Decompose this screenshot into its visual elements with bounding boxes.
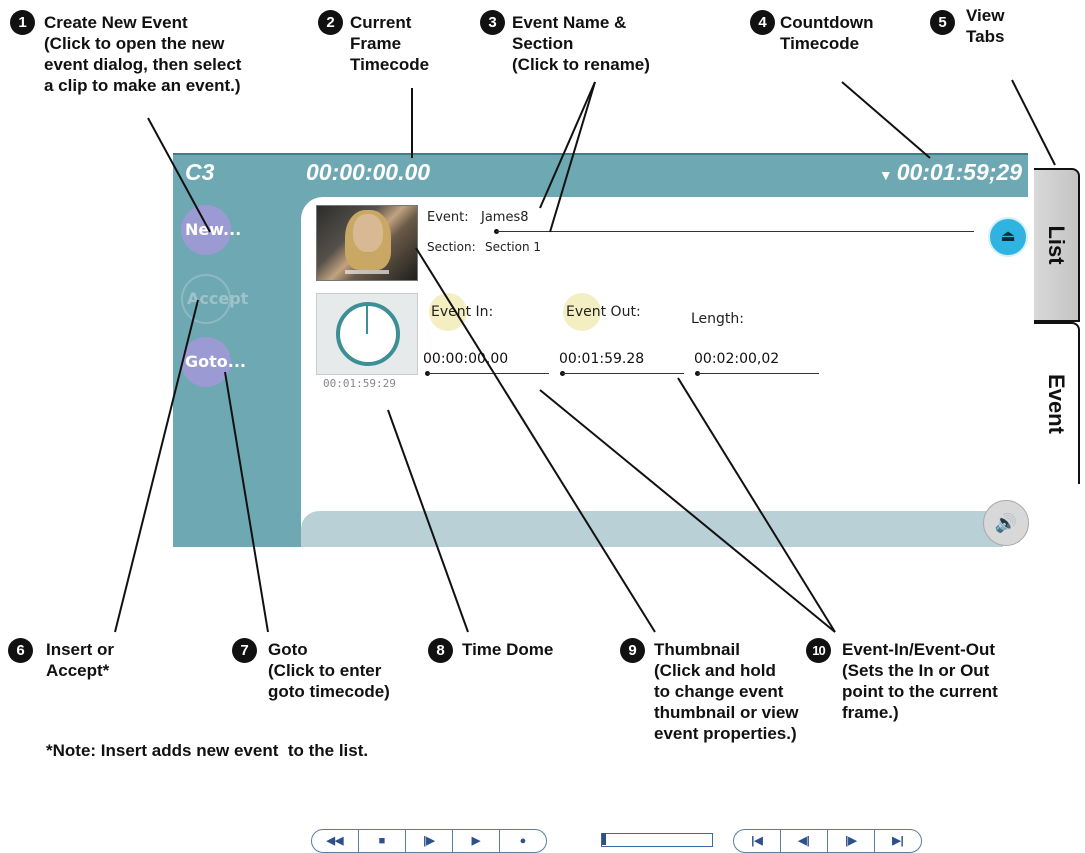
time-dome bbox=[316, 293, 418, 375]
callout-text: Event Name & Section (Click to rename) bbox=[512, 13, 650, 74]
time-dome-circle bbox=[336, 302, 400, 366]
callout-number: 7 bbox=[232, 638, 257, 663]
countdown-arrow-icon: ▼ bbox=[878, 167, 893, 183]
speaker-icon[interactable]: 🔊 bbox=[983, 500, 1029, 546]
event-in-underline bbox=[427, 373, 549, 374]
step-play-button[interactable]: |▶ bbox=[405, 829, 453, 853]
callout-number: 3 bbox=[480, 10, 505, 35]
eject-icon[interactable]: ⏏ bbox=[988, 217, 1028, 257]
callout-text: Goto (Click to enter goto timecode) bbox=[268, 640, 390, 701]
event-in-label[interactable]: Event In: bbox=[431, 304, 493, 320]
callout-number: 5 bbox=[930, 10, 955, 35]
event-out-underline bbox=[562, 373, 684, 374]
callout-number: 9 bbox=[620, 638, 645, 663]
go-to-end-button[interactable]: ▶| bbox=[874, 829, 922, 853]
transport-bar: ◀◀ ■ |▶ ▶ ● |◀ ◀| |▶ ▶| bbox=[301, 511, 1003, 853]
event-name-field[interactable]: James8 bbox=[481, 210, 529, 225]
tab-list[interactable]: List bbox=[1034, 168, 1080, 322]
callout-number: 8 bbox=[428, 638, 453, 663]
callout-text: Thumbnail (Click and hold to change even… bbox=[654, 640, 799, 743]
stop-button[interactable]: ■ bbox=[358, 829, 406, 853]
scrub-handle[interactable] bbox=[602, 833, 606, 845]
go-to-start-button[interactable]: |◀ bbox=[733, 829, 781, 853]
event-out-label[interactable]: Event Out: bbox=[566, 304, 641, 320]
tab-list-label: List bbox=[1044, 225, 1069, 265]
leader-countdown bbox=[841, 81, 931, 159]
new-event-button[interactable]: New... bbox=[181, 205, 241, 255]
callout-text: View Tabs bbox=[966, 6, 1005, 46]
callout-number: 10 bbox=[806, 638, 831, 663]
length-label: Length: bbox=[691, 311, 745, 327]
event-thumbnail[interactable] bbox=[316, 205, 418, 281]
callout-number: 2 bbox=[318, 10, 343, 35]
callout-text: Countdown Timecode bbox=[780, 13, 874, 53]
accept-button[interactable]: Accept bbox=[181, 274, 248, 324]
event-label: Event: bbox=[427, 210, 469, 225]
event-details-area: Event: James8 Section: Section 1 ⏏ 00:01… bbox=[301, 197, 1041, 547]
event-in-timecode[interactable]: 00:00:00.00 bbox=[423, 351, 508, 367]
channel-label: C3 bbox=[185, 159, 215, 185]
footnote: *Note: Insert adds new event to the list… bbox=[46, 741, 369, 760]
step-back-button[interactable]: ◀| bbox=[780, 829, 828, 853]
callout-number: 1 bbox=[10, 10, 35, 35]
play-button[interactable]: ▶ bbox=[452, 829, 500, 853]
thumbnail-figure-face bbox=[353, 214, 383, 252]
countdown-timecode-display: ▼ 00:01:59;29 bbox=[879, 159, 1022, 186]
rewind-button[interactable]: ◀◀ bbox=[311, 829, 359, 853]
callout-text: Create New Event (Click to open the new … bbox=[44, 13, 242, 95]
event-name-underline bbox=[496, 231, 974, 232]
section-label: Section: bbox=[427, 240, 476, 254]
current-frame-timecode: 00:00:00.00 bbox=[306, 159, 431, 185]
time-dome-timecode: 00:01:59:29 bbox=[323, 377, 396, 390]
goto-button[interactable]: Goto... bbox=[181, 337, 246, 387]
thumbnail-caption bbox=[345, 270, 389, 274]
callout-text: Current Frame Timecode bbox=[350, 13, 430, 74]
callout-text: Time Dome bbox=[462, 640, 554, 659]
tab-event[interactable]: Event bbox=[1034, 322, 1080, 484]
countdown-timecode: 00:01:59;29 bbox=[896, 159, 1022, 185]
callout-text: Event-In/Event-Out (Sets the In or Out p… bbox=[842, 640, 998, 722]
step-forward-button[interactable]: |▶ bbox=[827, 829, 875, 853]
callout-text: Insert or Accept* bbox=[46, 640, 115, 680]
callout-number: 4 bbox=[750, 10, 775, 35]
callout-number: 6 bbox=[8, 638, 33, 663]
section-name-field[interactable]: Section 1 bbox=[485, 240, 541, 254]
event-panel: C3 00:00:00.00 ▼ 00:01:59;29 New... Accep… bbox=[173, 153, 1041, 853]
record-button[interactable]: ● bbox=[499, 829, 547, 853]
length-underline bbox=[697, 373, 819, 374]
scrub-bar[interactable] bbox=[601, 833, 713, 847]
tab-event-label: Event bbox=[1044, 374, 1069, 434]
length-timecode: 00:02:00,02 bbox=[694, 351, 780, 367]
time-dome-hand bbox=[366, 306, 368, 334]
event-out-timecode[interactable]: 00:01:59.28 bbox=[559, 351, 644, 367]
